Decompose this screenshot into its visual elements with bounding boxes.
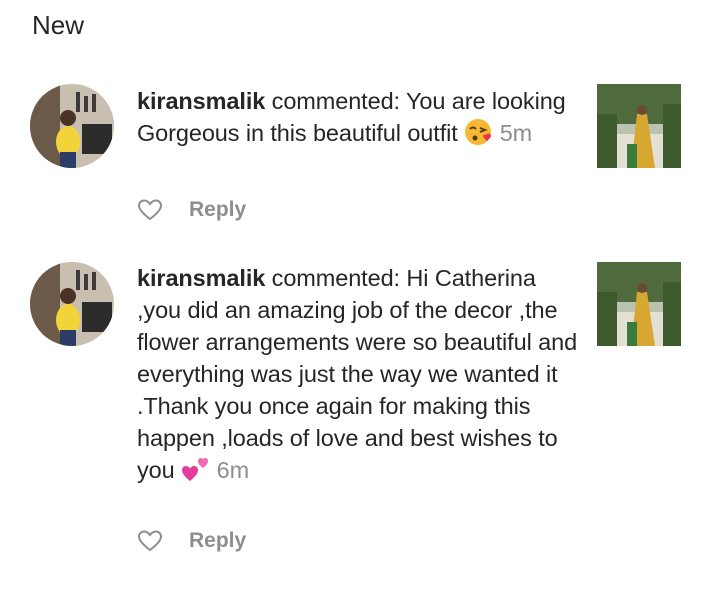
action-text: commented: xyxy=(265,88,406,114)
username-link[interactable]: kiransmalik xyxy=(137,88,265,114)
notification-text: kiransmalik commented: Hi Catherina ,you… xyxy=(137,262,582,491)
timestamp: 6m xyxy=(216,457,250,483)
two-hearts-icon xyxy=(181,455,211,491)
heart-icon[interactable] xyxy=(137,198,163,222)
post-thumbnail[interactable] xyxy=(597,262,681,346)
notification-text: kiransmalik commented: You are looking G… xyxy=(137,85,569,154)
username-link[interactable]: kiransmalik xyxy=(137,265,265,291)
timestamp: 5m xyxy=(499,120,533,146)
avatar[interactable] xyxy=(30,84,114,168)
kissing-face-icon xyxy=(464,118,494,154)
reply-row: Reply xyxy=(137,196,246,224)
heart-icon[interactable] xyxy=(137,529,163,553)
section-title: New xyxy=(32,10,85,40)
comment-text: Hi Catherina ,you did an amazing job of … xyxy=(137,265,578,483)
post-thumbnail[interactable] xyxy=(597,84,681,168)
avatar[interactable] xyxy=(30,262,114,346)
action-text: commented: xyxy=(265,265,407,291)
reply-button[interactable]: Reply xyxy=(189,529,246,553)
reply-button[interactable]: Reply xyxy=(189,198,246,222)
reply-row: Reply xyxy=(137,527,246,555)
